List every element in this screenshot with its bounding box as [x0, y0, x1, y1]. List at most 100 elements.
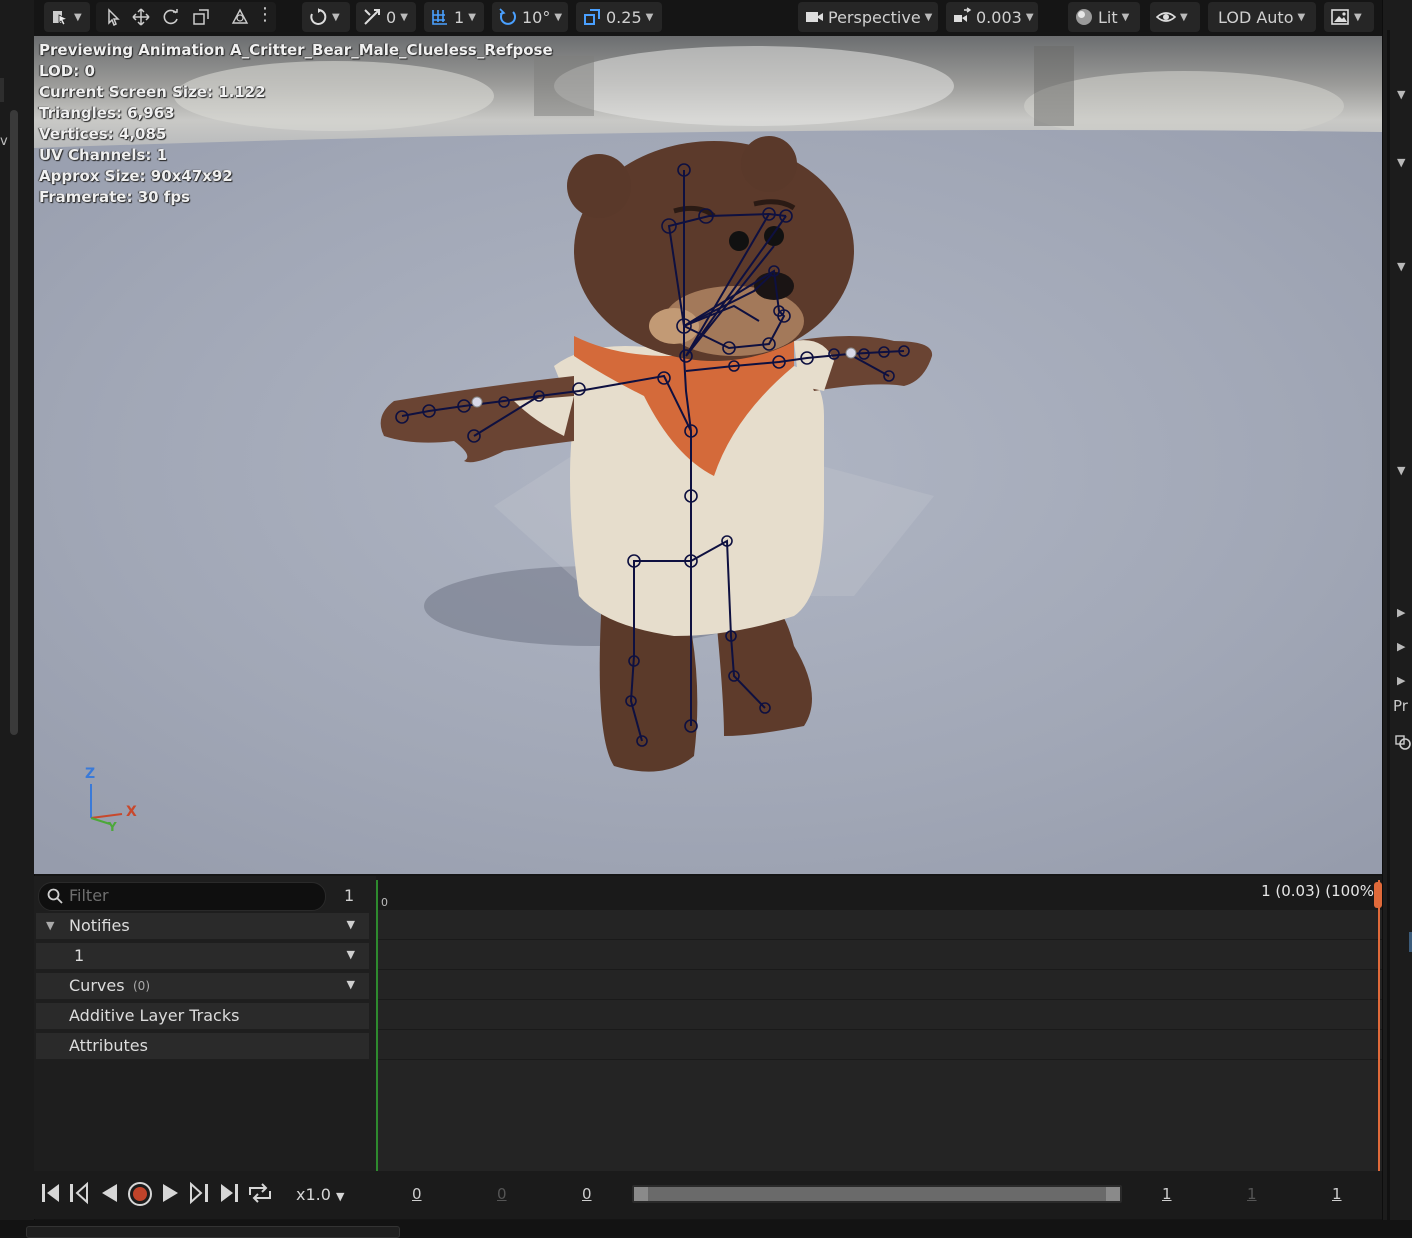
frame-readout: 1 (0.03) (100%: [1261, 882, 1374, 900]
track-notify-1[interactable]: 1 ▼: [36, 943, 369, 969]
translate-icon[interactable]: [132, 8, 150, 26]
playhead-handle[interactable]: [1374, 882, 1382, 908]
console-input[interactable]: [26, 1226, 400, 1238]
3d-viewport[interactable]: Previewing Animation A_Critter_Bear_Male…: [34, 36, 1382, 874]
track-attributes[interactable]: Attributes: [36, 1033, 369, 1059]
axis-gizmo: Z X Y: [80, 766, 150, 836]
details-tab-label[interactable]: Pr: [1393, 697, 1408, 715]
timeline-ruler[interactable]: 0 1 (0.03) (100%: [376, 876, 1382, 910]
range-play-end[interactable]: 1: [1162, 1185, 1172, 1203]
rotation-snap-icon: [499, 8, 516, 25]
chevron-down-icon: ▼: [1297, 11, 1306, 23]
record-icon[interactable]: [127, 1181, 153, 1207]
lod-dropdown[interactable]: LOD Auto ▼: [1208, 2, 1316, 32]
skip-to-start-icon[interactable]: [40, 1181, 62, 1205]
chevron-down-icon: ▼: [1180, 11, 1188, 23]
filter-placeholder: Filter: [69, 886, 109, 905]
surface-snapping-icon: [310, 8, 327, 25]
chevron-down-icon[interactable]: ▼: [1397, 464, 1405, 477]
scale-icon[interactable]: [192, 8, 210, 26]
bear-character-mesh[interactable]: [34, 36, 1382, 874]
range-working-end[interactable]: 1: [1247, 1185, 1257, 1203]
timeline-row-curves[interactable]: [376, 970, 1382, 1000]
framerate-text: Framerate: 30 fps: [39, 188, 190, 206]
track-list-panel: Filter 1 ▼ Notifies ▼ 1 ▼ Curves (0) ▼ A…: [34, 876, 376, 1171]
viewport-settings-dropdown[interactable]: ▼: [1324, 2, 1374, 32]
skip-to-end-icon[interactable]: [218, 1181, 240, 1205]
timeline-area[interactable]: 0 1 (0.03) (100%: [376, 876, 1382, 1171]
left-panel-strip: v: [0, 0, 35, 1236]
left-scrollbar[interactable]: [10, 110, 18, 735]
playhead[interactable]: [1378, 880, 1380, 1171]
range-handle-right[interactable]: [1106, 1187, 1120, 1201]
range-working-start[interactable]: 0: [497, 1185, 507, 1203]
grid-snap-value: 1: [454, 7, 465, 27]
select-arrow-icon[interactable]: [104, 8, 122, 26]
track-notifies[interactable]: ▼ Notifies ▼: [36, 913, 369, 939]
range-view-end[interactable]: 1: [1332, 1185, 1342, 1203]
chevron-down-icon[interactable]: ▼: [347, 948, 355, 961]
select-mode-icon: [53, 11, 69, 26]
triangles-text: Triangles: 6,963: [39, 104, 175, 122]
coordinate-space-icon[interactable]: [230, 8, 250, 26]
timeline-row-notifies[interactable]: [376, 910, 1382, 940]
chevron-down-icon: ▼: [468, 11, 476, 23]
preview-animation-text: Previewing Animation A_Critter_Bear_Male…: [39, 41, 553, 59]
timeline-row-additive[interactable]: [376, 1000, 1382, 1030]
loop-icon[interactable]: [246, 1181, 274, 1205]
play-reverse-icon[interactable]: [98, 1181, 120, 1205]
eye-icon: [1156, 12, 1176, 22]
step-back-icon[interactable]: [68, 1181, 90, 1205]
rotate-icon[interactable]: [162, 8, 180, 26]
viewport-toolbar: ▼ ⋮ ▼ 0 ▼ 1 ▼ 10° ▼ 0.25 ▼ Perspective ▼…: [34, 0, 1382, 36]
filter-input[interactable]: Filter: [38, 882, 326, 911]
chevron-down-icon[interactable]: ▼: [1397, 156, 1405, 169]
expand-triangle-icon[interactable]: ▼: [46, 919, 54, 932]
screen-size-text: Current Screen Size: 1.122: [39, 83, 266, 101]
left-strip-letter: v: [0, 134, 8, 149]
step-forward-icon[interactable]: [188, 1181, 210, 1205]
rotation-snap-dropdown[interactable]: 10° ▼: [492, 2, 568, 32]
lighting-mode-dropdown[interactable]: Lit ▼: [1068, 2, 1140, 32]
play-icon[interactable]: [160, 1181, 182, 1205]
filter-count: 1: [344, 886, 355, 905]
track-additive-layer[interactable]: Additive Layer Tracks: [36, 1003, 369, 1029]
timeline-row-notify-1[interactable]: [376, 940, 1382, 970]
range-scrollbar-thumb[interactable]: [634, 1187, 1120, 1201]
curves-count-badge: (0): [133, 979, 150, 993]
timeline-row-attributes[interactable]: [376, 1030, 1382, 1060]
chevron-down-icon[interactable]: ▼: [347, 918, 355, 931]
range-play-start[interactable]: 0: [582, 1185, 592, 1203]
track-label: Attributes: [69, 1036, 148, 1055]
range-handle-left[interactable]: [634, 1187, 648, 1201]
search-icon[interactable]: [1395, 734, 1412, 752]
surface-snap-dropdown[interactable]: ▼: [302, 2, 350, 32]
panel-splitter[interactable]: [1387, 30, 1390, 1220]
chevron-down-icon[interactable]: ▼: [1397, 260, 1405, 273]
chevron-right-icon[interactable]: ▶: [1397, 606, 1405, 619]
more-options-icon[interactable]: ⋮: [256, 4, 274, 25]
track-label: Additive Layer Tracks: [69, 1006, 240, 1025]
camera-speed-dropdown[interactable]: 0.003 ▼: [946, 2, 1038, 32]
view-mode-dropdown[interactable]: Perspective ▼: [798, 2, 938, 32]
range-view-start[interactable]: 0: [412, 1185, 422, 1203]
range-scrollbar[interactable]: [632, 1185, 1122, 1203]
chevron-right-icon[interactable]: ▶: [1397, 674, 1405, 687]
right-details-panel-strip: ▼ ▼ ▼ ▼ ▶ ▶ ▶ Pr: [1382, 0, 1412, 1236]
grid-snap-dropdown[interactable]: 1 ▼: [424, 2, 484, 32]
chevron-right-icon[interactable]: ▶: [1397, 640, 1405, 653]
scale-snap-value: 0.25: [606, 7, 642, 27]
chevron-down-icon[interactable]: ▼: [347, 978, 355, 991]
viewport-image-icon: [1331, 9, 1349, 25]
track-curves[interactable]: Curves (0) ▼: [36, 973, 369, 999]
chevron-down-icon: ▼: [400, 11, 408, 23]
playback-speed-dropdown[interactable]: x1.0 ▼: [296, 1185, 344, 1204]
show-flags-dropdown[interactable]: ▼: [1150, 2, 1200, 32]
scale-snap-dropdown[interactable]: 0.25 ▼: [576, 2, 662, 32]
chevron-down-icon[interactable]: ▼: [1397, 88, 1405, 101]
chevron-down-icon: ▼: [924, 11, 933, 23]
translate-snap-dropdown[interactable]: 0 ▼: [356, 2, 416, 32]
start-marker[interactable]: [376, 880, 378, 1171]
translate-snap-value: 0: [386, 7, 397, 27]
select-mode-dropdown[interactable]: ▼: [44, 2, 90, 32]
